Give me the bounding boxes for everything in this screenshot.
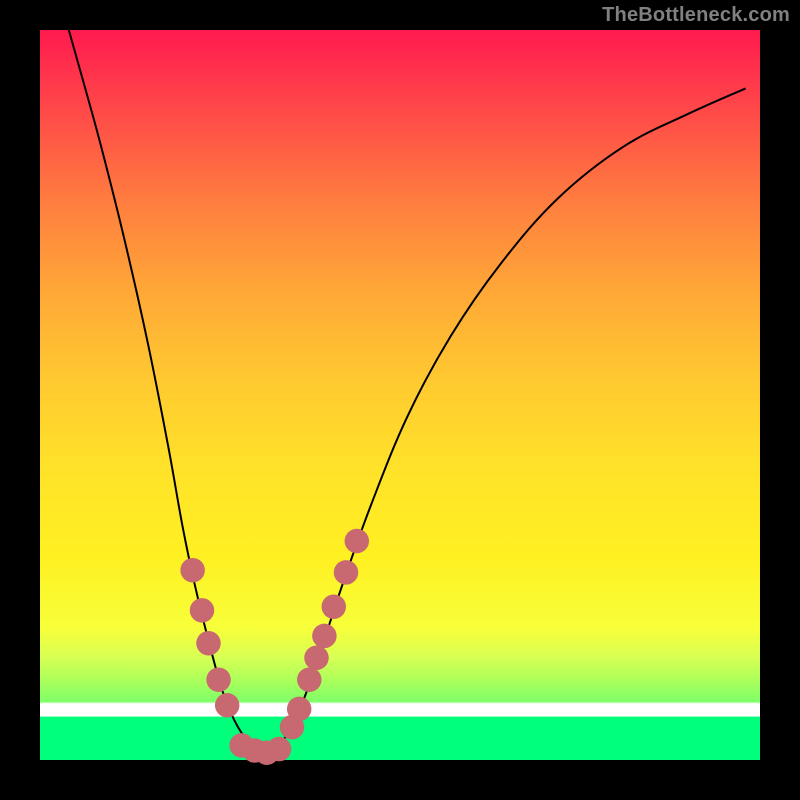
sample-dot — [287, 697, 311, 721]
sample-dot — [267, 737, 291, 761]
plot-area — [40, 30, 760, 760]
sample-dot — [215, 693, 239, 717]
sample-dots — [180, 529, 369, 765]
chart-svg — [40, 30, 760, 760]
sample-dot — [304, 646, 328, 670]
bottleneck-curve-right — [267, 88, 746, 752]
sample-dot — [345, 529, 369, 553]
sample-dot — [196, 631, 220, 655]
sample-dot — [297, 667, 321, 691]
sample-dot — [334, 560, 358, 584]
watermark-text: TheBottleneck.com — [602, 4, 790, 27]
bottleneck-curve-left — [69, 30, 267, 753]
sample-dot — [322, 594, 346, 618]
chart-stage: TheBottleneck.com — [0, 0, 800, 800]
sample-dot — [190, 598, 214, 622]
sample-dot — [180, 558, 204, 582]
sample-dot — [312, 624, 336, 648]
sample-dot — [206, 667, 230, 691]
